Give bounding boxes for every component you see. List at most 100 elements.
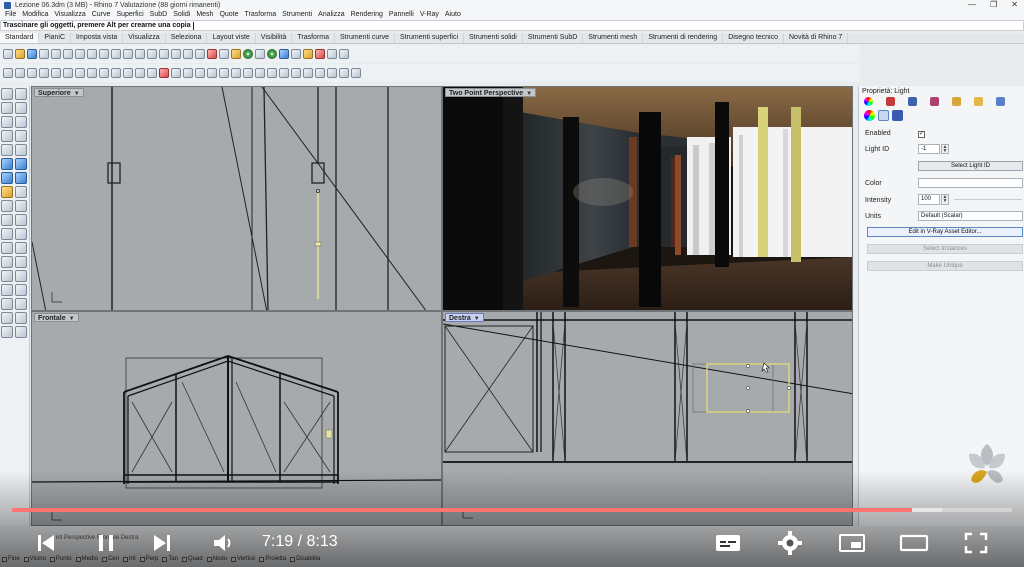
osnap-icon[interactable]: [3, 68, 13, 78]
vray-render-icon[interactable]: [315, 49, 325, 59]
select-arrow-icon[interactable]: [1, 88, 13, 100]
options-icon[interactable]: [327, 49, 337, 59]
cut-icon[interactable]: [63, 49, 73, 59]
tab-novita-rhino[interactable]: Novità di Rhino 7: [784, 33, 849, 43]
gumball-icon[interactable]: [1, 284, 13, 296]
hatch-tool-icon[interactable]: [15, 312, 27, 324]
tab-seleziona[interactable]: Seleziona: [166, 33, 208, 43]
point-icon[interactable]: [15, 88, 27, 100]
tab-strumenti-mesh[interactable]: Strumenti mesh: [583, 33, 644, 43]
light-id-field[interactable]: -1: [918, 144, 940, 154]
explode-icon[interactable]: [51, 68, 61, 78]
tab-pianic[interactable]: PianiC: [39, 33, 72, 43]
menu-rendering[interactable]: Rendering: [348, 10, 386, 20]
light-properties-icon[interactable]: [878, 110, 889, 121]
subtitles-icon[interactable]: [710, 525, 746, 561]
command-line[interactable]: Trascinare gli oggetti, premere Alt per …: [0, 20, 1024, 31]
folder-icon[interactable]: [974, 97, 983, 106]
close-icon[interactable]: ✕: [1011, 0, 1018, 10]
tab-strumenti-solidi[interactable]: Strumenti solidi: [464, 33, 523, 43]
viewport-two-point-perspective[interactable]: Two Point Perspective ▼: [442, 86, 853, 311]
planar-icon[interactable]: [15, 68, 25, 78]
box-icon[interactable]: [1, 172, 13, 184]
menu-vray[interactable]: V-Ray: [417, 10, 442, 20]
tab-strumenti-rendering[interactable]: Strumenti di rendering: [643, 33, 724, 43]
join-icon[interactable]: [63, 68, 73, 78]
block-icon[interactable]: [123, 68, 133, 78]
menu-trasforma[interactable]: Trasforma: [242, 10, 280, 20]
scale-icon[interactable]: [207, 68, 217, 78]
trim-tool-icon[interactable]: [15, 242, 27, 254]
polyline-icon[interactable]: [1, 102, 13, 114]
units-dropdown[interactable]: Default (Scalar): [918, 211, 1023, 221]
tab-imposta-vista[interactable]: Imposta vista: [71, 33, 124, 43]
orient-icon[interactable]: [255, 68, 265, 78]
previous-icon[interactable]: [28, 525, 64, 561]
viewport-destra[interactable]: Destra ▼: [442, 311, 853, 526]
make2d-icon[interactable]: [291, 68, 301, 78]
tab-trasforma[interactable]: Trasforma: [292, 33, 335, 43]
paste-icon[interactable]: [87, 49, 97, 59]
intensity-stepper[interactable]: ▲ ▼: [941, 194, 949, 205]
split-icon[interactable]: [87, 68, 97, 78]
tab-disegno-tecnico[interactable]: Disegno tecnico: [723, 33, 784, 43]
array-icon[interactable]: [135, 68, 145, 78]
rotate-icon[interactable]: [231, 68, 241, 78]
boolean-union-icon[interactable]: [27, 68, 37, 78]
rotate-view-icon[interactable]: [123, 49, 133, 59]
menu-strumenti[interactable]: Strumenti: [279, 10, 315, 20]
viewport-label[interactable]: Superiore ▼: [34, 88, 84, 97]
cap-icon[interactable]: [1, 228, 13, 240]
light-icon[interactable]: [291, 49, 301, 59]
analyze-icon[interactable]: [339, 68, 349, 78]
osnap-int[interactable]: Int: [122, 556, 136, 562]
zoom-selected-icon[interactable]: [171, 49, 181, 59]
dimension-icon[interactable]: [303, 68, 313, 78]
grid-tool-icon[interactable]: [1, 312, 13, 324]
section-icon[interactable]: [279, 68, 289, 78]
color-wheel-icon[interactable]: [864, 97, 873, 106]
select-instances-button[interactable]: Select Instances: [867, 244, 1023, 254]
vray-object-icon[interactable]: [892, 110, 903, 121]
volume-icon[interactable]: [206, 525, 242, 561]
sweep-icon[interactable]: [1, 200, 13, 212]
tab-visualizza[interactable]: Visualizza: [123, 33, 166, 43]
material-icon[interactable]: [243, 49, 253, 59]
video-progress-bar[interactable]: [12, 508, 1012, 512]
tab-visibilita[interactable]: Visibilità: [256, 33, 293, 43]
texture-icon[interactable]: [908, 97, 917, 106]
group-icon[interactable]: [99, 68, 109, 78]
sphere-icon[interactable]: [15, 172, 27, 184]
lock-icon[interactable]: [231, 49, 241, 59]
tab-layout-viste[interactable]: Layout viste: [207, 33, 256, 43]
trim-icon[interactable]: [75, 68, 85, 78]
surface-icon[interactable]: [1, 158, 13, 170]
ungroup-icon[interactable]: [111, 68, 121, 78]
settings-gear-icon[interactable]: [772, 525, 808, 561]
dimension-tool-icon[interactable]: [15, 256, 27, 268]
fillet-icon[interactable]: [171, 68, 181, 78]
menu-file[interactable]: File: [2, 10, 19, 20]
tab-strumenti-curve[interactable]: Strumenti curve: [335, 33, 396, 43]
chamfer-icon[interactable]: [183, 68, 193, 78]
menu-superfici[interactable]: Superfici: [113, 10, 146, 20]
render-sphere-icon[interactable]: [267, 49, 277, 59]
mirror-icon[interactable]: [147, 68, 157, 78]
zoom-window-icon[interactable]: [147, 49, 157, 59]
undo-icon[interactable]: [99, 49, 109, 59]
menu-modifica[interactable]: Modifica: [19, 10, 51, 20]
osnap-fine[interactable]: Fine: [2, 556, 20, 562]
color-swatch[interactable]: [918, 178, 1023, 188]
loft-icon[interactable]: [15, 186, 27, 198]
viewport-label[interactable]: Destra ▼: [445, 313, 484, 322]
document-icon[interactable]: [996, 97, 1005, 106]
theater-mode-icon[interactable]: [896, 525, 932, 561]
tab-strumenti-superfici[interactable]: Strumenti superfici: [395, 33, 464, 43]
light-id-stepper[interactable]: ▲ ▼: [941, 144, 949, 154]
circle-icon[interactable]: [1, 116, 13, 128]
block-tool-icon[interactable]: [15, 298, 27, 310]
menu-pannelli[interactable]: Pannelli: [386, 10, 417, 20]
viewport-label[interactable]: Two Point Perspective ▼: [445, 88, 537, 97]
shell-icon[interactable]: [15, 214, 27, 226]
material-ball-icon[interactable]: [886, 97, 895, 106]
